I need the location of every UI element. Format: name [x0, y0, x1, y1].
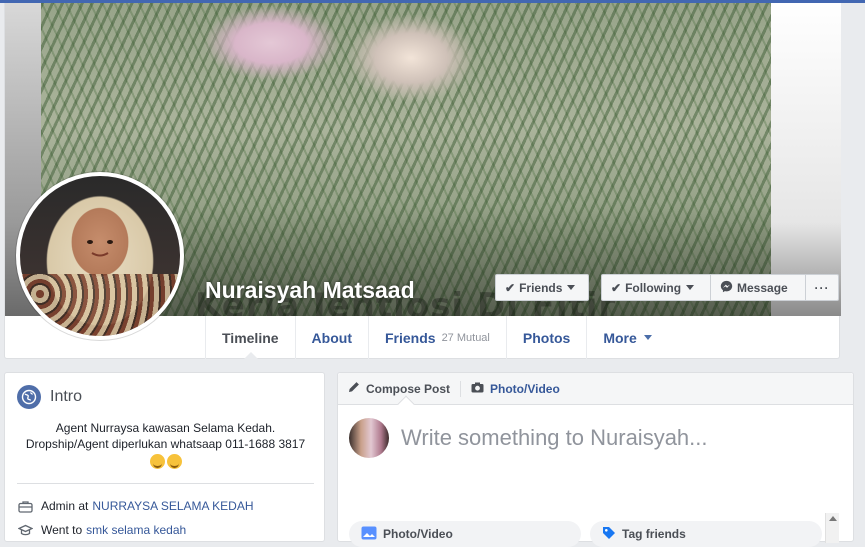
intro-bio: Agent Nurraysa kawasan Selama Kedah. Dro…	[17, 420, 314, 470]
briefcase-icon	[17, 499, 33, 513]
chevron-down-icon	[643, 335, 652, 340]
tab-friends-label: Friends	[384, 329, 436, 346]
divider	[17, 483, 314, 484]
mutual-friends-count: 27 Mutual	[441, 331, 490, 344]
chevron-down-icon	[686, 285, 695, 290]
messenger-icon	[720, 280, 733, 296]
profile-nav: Timeline About Friends 27 Mutual Photos …	[205, 316, 668, 360]
bio-line: Dropship/Agent diperlukan whatsaap 011-1…	[25, 437, 306, 451]
tab-photos-label: Photos	[522, 329, 571, 346]
tab-compose-post[interactable]: Compose Post	[338, 373, 460, 405]
avatar	[20, 176, 180, 336]
school-link[interactable]: smk selama kedah	[86, 523, 186, 537]
composer-avatar	[349, 418, 389, 458]
tab-friends[interactable]: Friends 27 Mutual	[367, 316, 506, 359]
smile-emoji-icon	[166, 454, 182, 470]
tab-about[interactable]: About	[294, 316, 368, 359]
tag-friends-button[interactable]: Tag friends	[590, 521, 822, 547]
friends-button[interactable]: ✔ Friends	[495, 274, 589, 301]
photo-icon	[361, 526, 377, 543]
smile-emoji-icon	[149, 454, 165, 470]
bio-line: Agent Nurraysa kawasan Selama Kedah.	[55, 421, 276, 435]
profile-name[interactable]: Nuraisyah Matsaad	[205, 277, 415, 304]
pencil-icon	[348, 381, 360, 396]
friends-button-label: Friends	[519, 280, 563, 295]
work-info: Admin at NURRAYSA SELAMA KEDAH	[17, 499, 254, 513]
tab-about-label: About	[311, 329, 352, 346]
tab-compose-label: Compose Post	[366, 381, 451, 396]
work-prefix: Admin at	[41, 499, 89, 513]
photo-video-button[interactable]: Photo/Video	[349, 521, 581, 547]
avatar-clothing	[20, 274, 180, 336]
post-composer: Compose Post Photo/Video Write something…	[337, 372, 854, 547]
intro-header: Intro	[17, 385, 82, 409]
chevron-down-icon	[567, 285, 576, 290]
composer-tabs: Compose Post Photo/Video	[338, 373, 853, 405]
photo-video-label: Photo/Video	[383, 527, 453, 541]
avatar-face	[87, 240, 113, 257]
intro-card: Intro Agent Nurraysa kawasan Selama Keda…	[4, 372, 325, 542]
bio-emojis	[17, 452, 314, 470]
check-icon: ✔	[505, 280, 516, 295]
education-info: Went to smk selama kedah	[17, 523, 186, 537]
globe-icon	[17, 385, 41, 409]
tab-timeline-label: Timeline	[222, 329, 279, 346]
more-options-button[interactable]: ···	[805, 274, 839, 301]
check-icon: ✔	[611, 280, 622, 295]
scroll-up-arrow-icon[interactable]	[829, 516, 837, 521]
tab-more[interactable]: More	[586, 316, 667, 359]
tab-more-label: More	[603, 329, 637, 346]
camera-icon	[471, 381, 484, 396]
tag-icon	[602, 526, 616, 543]
following-button[interactable]: ✔ Following	[601, 274, 711, 301]
tag-friends-label: Tag friends	[622, 527, 686, 541]
work-link[interactable]: NURRAYSA SELAMA KEDAH	[92, 499, 253, 513]
tab-photos[interactable]: Photos	[505, 316, 586, 359]
tab-photo-label: Photo/Video	[490, 381, 560, 396]
graduation-cap-icon	[17, 523, 33, 537]
message-button[interactable]: Message	[710, 274, 806, 301]
post-input[interactable]: Write something to Nuraisyah...	[401, 425, 708, 451]
scrollbar[interactable]	[825, 513, 839, 543]
message-button-label: Message	[737, 280, 788, 295]
tab-photo-video[interactable]: Photo/Video	[461, 373, 570, 405]
cover-edge-right	[771, 3, 841, 316]
following-button-label: Following	[625, 280, 682, 295]
ellipsis-icon: ···	[814, 280, 830, 295]
school-prefix: Went to	[41, 523, 83, 537]
profile-picture[interactable]	[16, 172, 184, 340]
active-tab-pointer	[243, 352, 259, 360]
intro-title: Intro	[50, 388, 83, 405]
